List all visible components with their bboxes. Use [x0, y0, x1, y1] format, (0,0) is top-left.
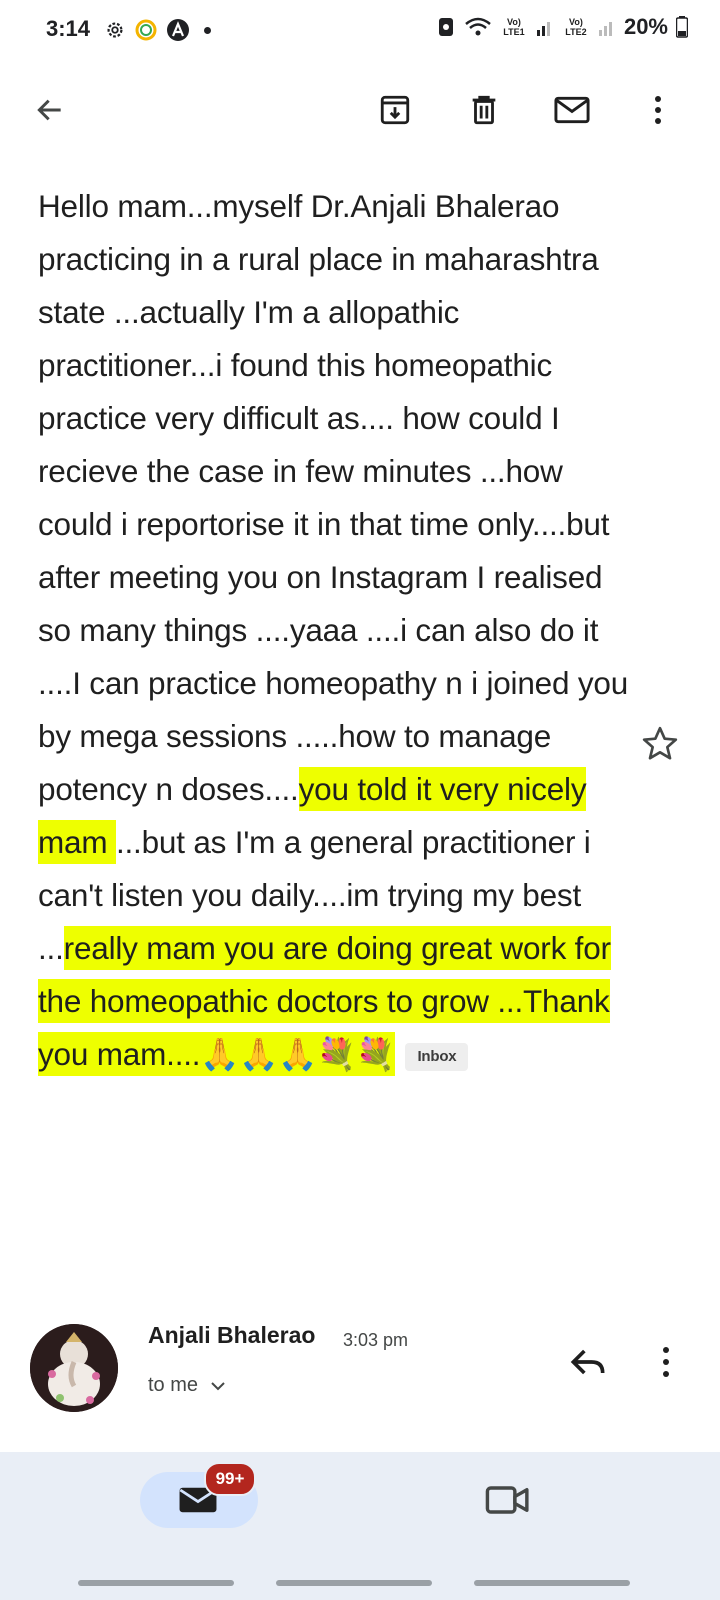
delete-icon	[472, 95, 496, 125]
more-vert-icon	[655, 96, 661, 124]
status-bar: 3:14 Vo) LTE1 Vo) LTE2 20%	[0, 0, 720, 64]
wifi-icon	[465, 17, 491, 36]
reply-icon	[570, 1349, 605, 1375]
archive-icon	[380, 95, 410, 125]
status-time: 3:14	[46, 16, 91, 41]
mark-unread-icon	[554, 96, 590, 124]
chevron-down-icon	[211, 1381, 225, 1390]
delete-button[interactable]	[460, 86, 508, 134]
ganesha-avatar-image	[30, 1324, 118, 1412]
sender-name[interactable]: Anjali Bhalerao	[148, 1322, 315, 1349]
battery-percent: 20%	[623, 14, 668, 39]
highlighted-text-2: really mam you are doing great work for …	[38, 926, 611, 1076]
notification-dot-icon	[204, 26, 211, 34]
sender-avatar[interactable]	[30, 1324, 118, 1412]
status-right-icons: Vo) LTE1 Vo) LTE2 20%	[436, 14, 688, 40]
reply-button[interactable]	[566, 1340, 610, 1384]
bottom-navigation	[0, 1452, 720, 1600]
signal-2-icon	[598, 22, 612, 36]
recipient-details-toggle[interactable]: to me	[148, 1374, 226, 1397]
gesture-bar-left	[78, 1580, 234, 1586]
star-outline-icon	[642, 726, 678, 760]
gesture-bar-right	[474, 1580, 630, 1586]
archive-button[interactable]	[371, 86, 419, 134]
recipient-label: to me	[148, 1374, 199, 1396]
more-vert-icon	[663, 1347, 669, 1377]
status-left-icons	[104, 18, 211, 42]
battery-saver-icon	[438, 18, 453, 36]
message-text-1: Hello mam...myself Dr.Anjali Bhalerao pr…	[38, 188, 629, 807]
inbox-label-chip[interactable]: Inbox	[405, 1042, 469, 1071]
app-ring-icon	[135, 19, 157, 41]
signal-1-icon	[536, 22, 550, 36]
star-button[interactable]	[640, 724, 680, 764]
sim2-label: Vo) LTE2	[565, 17, 587, 37]
unread-count-badge: 99+	[204, 1462, 256, 1496]
message-body: Hello mam...myself Dr.Anjali Bhalerao pr…	[38, 180, 638, 1081]
message-more-button[interactable]	[648, 1340, 684, 1384]
more-options-button[interactable]	[634, 86, 682, 134]
back-arrow-icon	[37, 99, 61, 121]
meet-tab[interactable]	[484, 1478, 532, 1522]
settings-gear-icon	[107, 22, 123, 38]
video-camera-icon	[485, 1486, 529, 1514]
battery-icon	[676, 16, 688, 38]
top-app-bar	[0, 78, 720, 142]
back-button[interactable]	[26, 86, 74, 134]
gesture-bar-center	[276, 1580, 432, 1586]
mark-unread-button[interactable]	[548, 86, 596, 134]
sim1-label: Vo) LTE1	[503, 17, 525, 37]
sent-time: 3:03 pm	[343, 1330, 409, 1350]
app-a-icon	[167, 19, 189, 41]
